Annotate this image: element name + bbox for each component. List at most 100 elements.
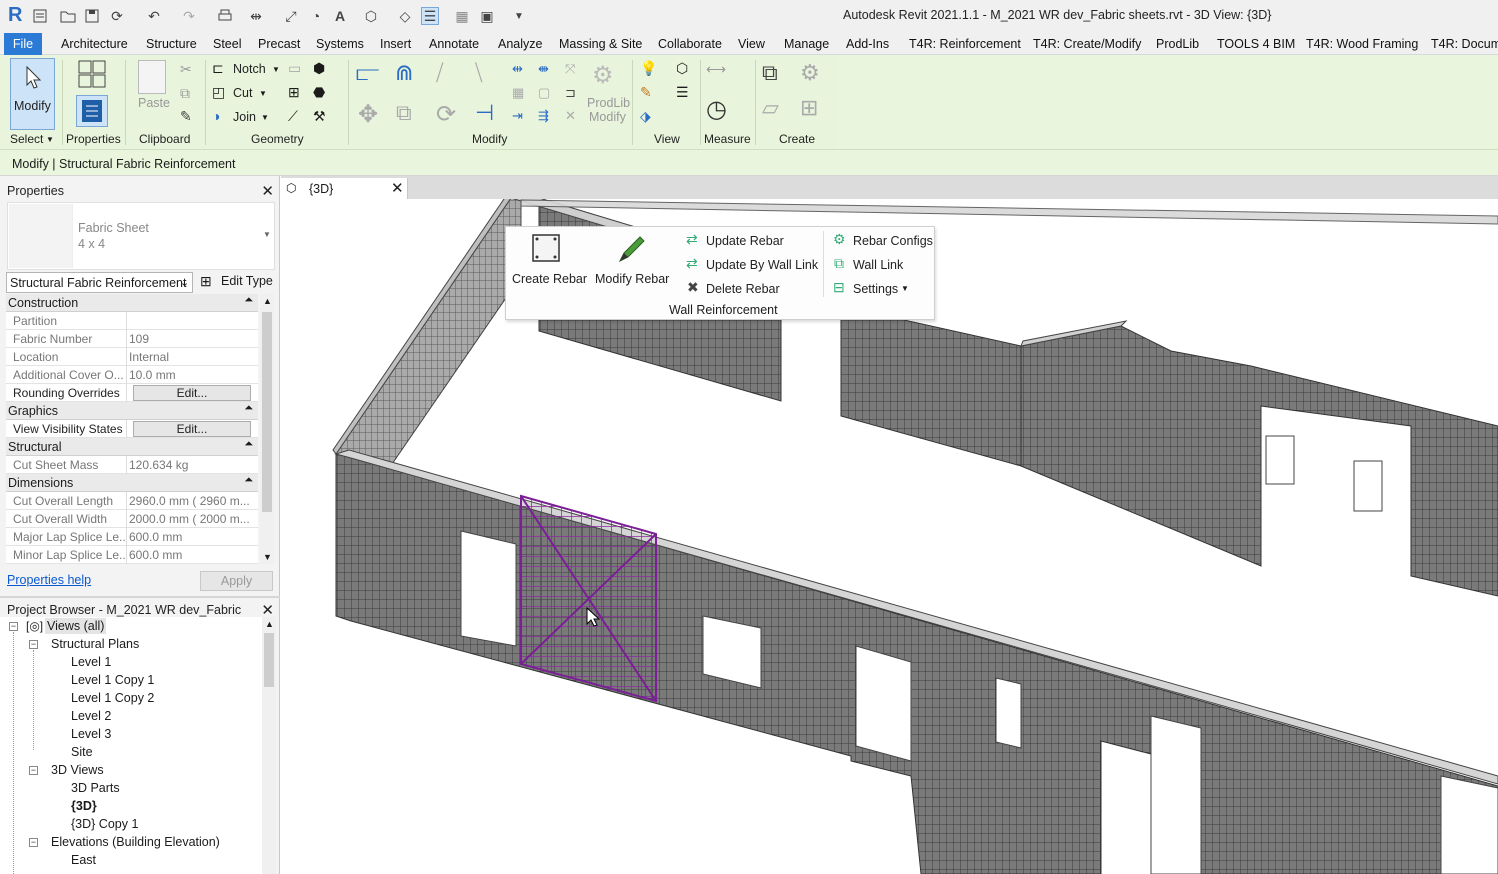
scroll-up-icon[interactable]: ▲ bbox=[265, 619, 274, 629]
array-icon[interactable]: ▦ bbox=[512, 85, 532, 105]
collapse-icon[interactable]: ⏶ bbox=[244, 474, 253, 487]
property-row[interactable]: Minor Lap Splice Le... 600.0 mm bbox=[6, 546, 258, 564]
mirror-pick-icon[interactable]: ⧸ bbox=[436, 60, 462, 90]
properties-help-link[interactable]: Properties help bbox=[7, 573, 91, 587]
text-icon[interactable]: A bbox=[331, 7, 349, 25]
paste-icon[interactable] bbox=[138, 60, 166, 94]
trim-extend-icon[interactable]: ⊣ bbox=[475, 100, 505, 130]
tab-t4r-reinforcement[interactable]: T4R: Reinforcement bbox=[909, 37, 1021, 51]
tree-item[interactable]: East bbox=[71, 853, 96, 867]
property-row[interactable]: Fabric Number 109 bbox=[6, 330, 258, 348]
split-element-icon[interactable]: ⇹ bbox=[512, 61, 532, 81]
offset-icon[interactable]: ⋒ bbox=[395, 60, 425, 90]
property-row[interactable]: Cut Overall Length 2960.0 mm ( 2960 m... bbox=[6, 492, 258, 510]
update-rebar-button[interactable]: ⇄ Update Rebar bbox=[684, 231, 819, 250]
folder-icon[interactable] bbox=[59, 7, 77, 25]
selected-fabric-sheet[interactable] bbox=[520, 494, 657, 703]
measure-distance-icon[interactable]: ⟷ bbox=[706, 61, 740, 81]
split-face-icon[interactable]: ⬢ bbox=[313, 60, 333, 80]
scale-icon[interactable]: ▢ bbox=[538, 85, 558, 105]
tab-prodlib[interactable]: ProdLib bbox=[1156, 37, 1199, 51]
property-row[interactable]: Additional Cover O... 10.0 mm bbox=[6, 366, 258, 384]
collapse-icon[interactable]: − bbox=[9, 622, 18, 631]
collapse-icon[interactable]: − bbox=[29, 838, 38, 847]
rounding-edit-button[interactable]: Edit... bbox=[133, 385, 251, 401]
save-icon[interactable] bbox=[83, 7, 101, 25]
cut-geometry-icon[interactable]: ◰ bbox=[212, 84, 232, 104]
group-structural[interactable]: Structural ⏶ bbox=[6, 438, 258, 456]
property-row[interactable]: Partition bbox=[6, 312, 258, 330]
modify-button[interactable]: Modify bbox=[10, 58, 55, 130]
split-gap-icon[interactable]: ⇼ bbox=[538, 61, 558, 81]
thin-lines-icon[interactable]: ☰ bbox=[421, 7, 439, 25]
property-row[interactable]: Location Internal bbox=[6, 348, 258, 366]
measure-along-icon[interactable]: ◷ bbox=[706, 95, 738, 127]
scroll-thumb[interactable] bbox=[262, 312, 272, 512]
join-icon[interactable]: ◑ bbox=[212, 108, 232, 128]
scroll-up-icon[interactable]: ▲ bbox=[263, 296, 272, 306]
lightbulb-icon[interactable]: 💡 bbox=[640, 60, 660, 80]
update-by-wall-link-button[interactable]: ⇄ Update By Wall Link bbox=[684, 255, 829, 274]
prodlib-modify-label-1[interactable]: ProdLib bbox=[587, 96, 630, 110]
beam-join-icon[interactable]: ⊞ bbox=[288, 84, 308, 104]
tab-analyze[interactable]: Analyze bbox=[498, 37, 542, 51]
modify-rebar-button[interactable]: Modify Rebar bbox=[594, 230, 669, 294]
property-row[interactable]: Rounding Overrides Edit... bbox=[6, 384, 258, 402]
hide-icon[interactable]: ⬗ bbox=[640, 108, 660, 128]
tree-item[interactable]: Site bbox=[71, 745, 93, 759]
collapse-icon[interactable]: ⏶ bbox=[244, 438, 253, 451]
revit-logo[interactable]: R bbox=[8, 4, 22, 27]
unpin-icon[interactable]: ⤧ bbox=[565, 61, 585, 81]
tree-item[interactable]: Level 1 Copy 2 bbox=[71, 691, 154, 705]
prodlib-modify-label-2[interactable]: Modify bbox=[589, 110, 626, 124]
delete-icon[interactable]: ✕ bbox=[565, 108, 585, 128]
customize-icon[interactable]: ▼ bbox=[510, 7, 528, 25]
tree-item-active[interactable]: {3D} bbox=[71, 799, 97, 813]
tab-add-ins[interactable]: Add-Ins bbox=[846, 37, 889, 51]
notch-button[interactable]: Notch bbox=[233, 62, 266, 76]
switch-windows-icon[interactable]: ▣ bbox=[478, 7, 496, 25]
trim-multiple-icon[interactable]: ⇶ bbox=[538, 108, 558, 128]
tab-manage[interactable]: Manage bbox=[784, 37, 829, 51]
paste-label[interactable]: Paste bbox=[138, 96, 170, 110]
settings-button[interactable]: ⊟ Settings ▼ bbox=[831, 279, 931, 298]
paint-icon[interactable]: ⬣ bbox=[313, 84, 333, 104]
wall-link-button[interactable]: ⧉ Wall Link bbox=[831, 255, 931, 274]
pin-icon[interactable]: ⊐ bbox=[565, 85, 585, 105]
collapse-icon[interactable]: ⏶ bbox=[244, 294, 253, 307]
tab-steel[interactable]: Steel bbox=[213, 37, 242, 51]
rotate-icon[interactable]: ⟳ bbox=[436, 100, 466, 130]
measure-icon[interactable]: ⇹ bbox=[247, 7, 265, 25]
tab-file[interactable]: File bbox=[4, 33, 42, 55]
join-button[interactable]: Join bbox=[233, 110, 256, 124]
cut-dropdown-icon[interactable]: ▼ bbox=[259, 89, 267, 98]
tab-precast[interactable]: Precast bbox=[258, 37, 300, 51]
tab-t4r-wood-framing[interactable]: T4R: Wood Framing bbox=[1306, 37, 1418, 51]
property-row[interactable]: Cut Overall Width 2000.0 mm ( 2000 m... bbox=[6, 510, 258, 528]
match-properties-icon[interactable]: ✎ bbox=[180, 108, 200, 128]
tree-structural-plans[interactable]: Structural Plans bbox=[51, 637, 139, 651]
copy-icon[interactable]: ⧉ bbox=[180, 85, 200, 105]
edit-type-button[interactable]: ⊞ Edit Type bbox=[196, 271, 273, 293]
create-group-icon[interactable]: ⊞ bbox=[800, 95, 830, 125]
open-icon[interactable] bbox=[31, 7, 49, 25]
close-icon[interactable]: ✕ bbox=[261, 182, 274, 200]
copy-modify-icon[interactable]: ⧉ bbox=[396, 100, 426, 130]
type-properties-icon[interactable] bbox=[76, 58, 108, 90]
collapse-icon[interactable]: − bbox=[29, 766, 38, 775]
align-icon[interactable]: ⫍ bbox=[356, 60, 386, 90]
group-select[interactable]: Select bbox=[10, 132, 43, 146]
tab-systems[interactable]: Systems bbox=[316, 37, 364, 51]
dimension-icon[interactable]: ⤢ bbox=[282, 7, 300, 25]
group-construction[interactable]: Construction ⏶ bbox=[6, 294, 258, 312]
collapse-icon[interactable]: ⏶ bbox=[244, 402, 253, 415]
line-weight-icon[interactable]: ☰ bbox=[676, 84, 696, 104]
tab-insert[interactable]: Insert bbox=[380, 37, 411, 51]
tree-item[interactable]: Level 2 bbox=[71, 709, 111, 723]
rebar-configs-button[interactable]: ⚙ Rebar Configs bbox=[831, 231, 933, 250]
chevron-down-icon[interactable]: ▼ bbox=[263, 230, 271, 239]
select-dropdown-icon[interactable]: ▼ bbox=[46, 135, 54, 144]
tree-3d-views[interactable]: 3D Views bbox=[51, 763, 104, 777]
tab-structure[interactable]: Structure bbox=[146, 37, 197, 51]
3d-view-icon[interactable]: ⬡ bbox=[362, 7, 380, 25]
